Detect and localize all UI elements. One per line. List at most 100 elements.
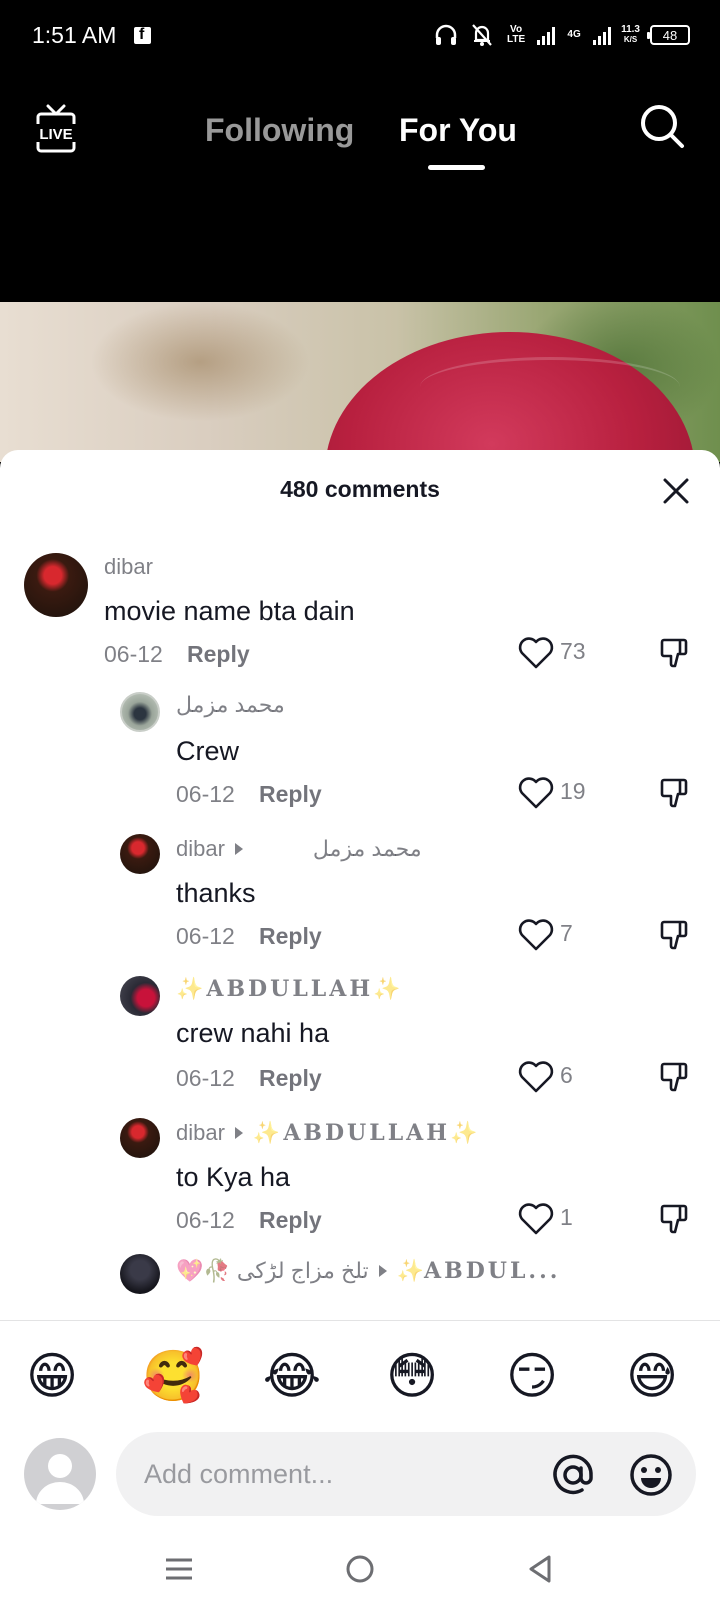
reply-button[interactable]: Reply (259, 1207, 322, 1234)
reply-button[interactable]: Reply (259, 1065, 322, 1092)
heart-icon[interactable] (518, 776, 554, 810)
comment-reply-item: ✨ABDULLAH✨ crew nahi ha 06-12 Reply 6 (0, 964, 720, 1104)
comment-text: crew nahi ha (176, 1018, 330, 1048)
emoji-smirk-button[interactable]: 😏 (502, 1346, 562, 1406)
comment-reply-item: dibar ✨ABDULLAH✨ to Kya ha 06-12 Reply 1 (0, 1106, 720, 1246)
signal-icon-1 (537, 25, 556, 45)
heart-icon[interactable] (518, 636, 554, 670)
heart-icon[interactable] (518, 918, 554, 952)
comment-username-text[interactable]: dibar (176, 1120, 225, 1145)
reply-button[interactable]: Reply (259, 923, 322, 950)
avatar[interactable] (120, 1118, 160, 1158)
emoji-grin-button[interactable]: 😁 (22, 1346, 82, 1406)
comment-username[interactable]: dibar (104, 554, 153, 580)
menu-icon[interactable] (162, 1552, 196, 1586)
live-icon[interactable]: LIVE (32, 104, 80, 154)
comment-username-text[interactable]: dibar (176, 836, 225, 861)
reply-arrow-icon (234, 1127, 243, 1140)
comment-username[interactable]: dibar محمد مزمل (176, 836, 422, 862)
battery-icon: 48 (647, 25, 690, 45)
comment-reply-item: dibar محمد مزمل thanks 06-12 Reply 7 (0, 822, 720, 962)
network-type-label: 4G (567, 29, 581, 40)
comment-username-text[interactable]: 💖🥀 تلخ مزاج لڑکی (176, 1258, 369, 1283)
like-count: 7 (560, 920, 573, 946)
dislike-icon[interactable] (658, 1202, 692, 1236)
comments-count-title: 480 comments (280, 476, 440, 502)
video-subject-fold (420, 357, 680, 417)
headset-icon (433, 22, 459, 48)
comment-input-box[interactable] (116, 1432, 696, 1516)
top-nav: LIVE Following For You (0, 72, 720, 302)
reply-to-username[interactable]: ✨ABDULLAH✨ (253, 1120, 481, 1146)
my-avatar (24, 1438, 96, 1510)
svg-text:LIVE: LIVE (39, 126, 72, 143)
like-count: 1 (560, 1204, 573, 1230)
avatar[interactable] (24, 553, 88, 617)
signal-icon-2 (593, 25, 612, 45)
comment-date: 06-12 (104, 641, 163, 667)
comment-text: Crew (176, 736, 240, 766)
comment-text: to Kya ha (176, 1162, 291, 1192)
facebook-notification-icon (134, 26, 151, 44)
reply-arrow-icon (234, 843, 243, 856)
mention-icon[interactable] (550, 1452, 596, 1498)
dislike-icon[interactable] (658, 918, 692, 952)
dislike-icon[interactable] (658, 776, 692, 810)
comment-username[interactable]: ✨ABDULLAH✨ (176, 976, 404, 1002)
reply-arrow-icon (378, 1265, 387, 1278)
net-speed-unit: K/S (623, 35, 638, 44)
emoji-joy-button[interactable]: 😂 (262, 1346, 322, 1406)
like-count: 19 (560, 778, 586, 804)
comment-username[interactable]: محمد مزمل (176, 692, 285, 718)
comment-input[interactable] (144, 1454, 504, 1494)
quick-emoji-bar: 😁 🥰 😂 😳 😏 😅 (0, 1346, 720, 1408)
avatar[interactable] (120, 1254, 160, 1294)
comment-text: movie name bta dain (104, 596, 355, 626)
comment-date: 06-12 (176, 781, 235, 807)
like-count: 6 (560, 1062, 573, 1088)
dislike-icon[interactable] (658, 636, 692, 670)
net-speed: 11.3 K/S (621, 25, 640, 45)
mute-bell-icon (469, 22, 495, 48)
comment-username[interactable]: dibar ✨ABDULLAH✨ (176, 1120, 480, 1146)
comment-date: 06-12 (176, 1065, 235, 1091)
tab-for-you[interactable]: For You (399, 112, 517, 149)
comment-date: 06-12 (176, 923, 235, 949)
emoji-flushed-button[interactable]: 😳 (382, 1346, 442, 1406)
emoji-picker-icon[interactable] (628, 1452, 674, 1498)
search-icon[interactable] (638, 102, 686, 150)
like-count: 73 (560, 638, 586, 664)
avatar[interactable] (120, 834, 160, 874)
video-preview[interactable] (0, 302, 720, 462)
comment-text: thanks (176, 878, 256, 908)
status-icons: Vo LTE 4G 11.3 K/S 48 (433, 20, 690, 50)
volte-label: Vo LTE (507, 24, 526, 45)
close-icon[interactable] (660, 475, 692, 507)
reply-to-username[interactable]: محمد مزمل (313, 836, 422, 861)
video-background-blur (90, 302, 310, 422)
battery-level: 48 (662, 27, 678, 43)
reply-button[interactable]: Reply (187, 641, 250, 668)
comment-date: 06-12 (176, 1207, 235, 1233)
status-bar: 1:51 AM Vo LTE 4G 11.3 K/S 48 (0, 0, 720, 72)
system-nav-bar (0, 1530, 720, 1612)
back-icon[interactable] (523, 1552, 557, 1586)
avatar[interactable] (120, 976, 160, 1016)
heart-icon[interactable] (518, 1060, 554, 1094)
status-time: 1:51 AM (32, 22, 117, 48)
emoji-sweat-smile-button[interactable]: 😅 (622, 1346, 682, 1406)
reply-button[interactable]: Reply (259, 781, 322, 808)
reply-to-username[interactable]: ✨ABDUL... (397, 1258, 561, 1284)
net-speed-value: 11.3 (621, 24, 640, 35)
comments-sheet: 480 comments dibar movie name bta dain 0… (0, 450, 720, 1612)
heart-icon[interactable] (518, 1202, 554, 1236)
comment-username[interactable]: 💖🥀 تلخ مزاج لڑکی ✨ABDUL... (176, 1258, 560, 1284)
home-icon[interactable] (343, 1552, 377, 1586)
emoji-hearts-button[interactable]: 🥰 (142, 1346, 204, 1406)
dislike-icon[interactable] (658, 1060, 692, 1094)
comment-reply-item: 💖🥀 تلخ مزاج لڑکی ✨ABDUL... (0, 1248, 720, 1298)
avatar[interactable] (120, 692, 160, 732)
divider (0, 1320, 720, 1321)
tab-following[interactable]: Following (205, 112, 354, 149)
comment-item: dibar movie name bta dain 06-12 Reply 73 (0, 538, 720, 678)
